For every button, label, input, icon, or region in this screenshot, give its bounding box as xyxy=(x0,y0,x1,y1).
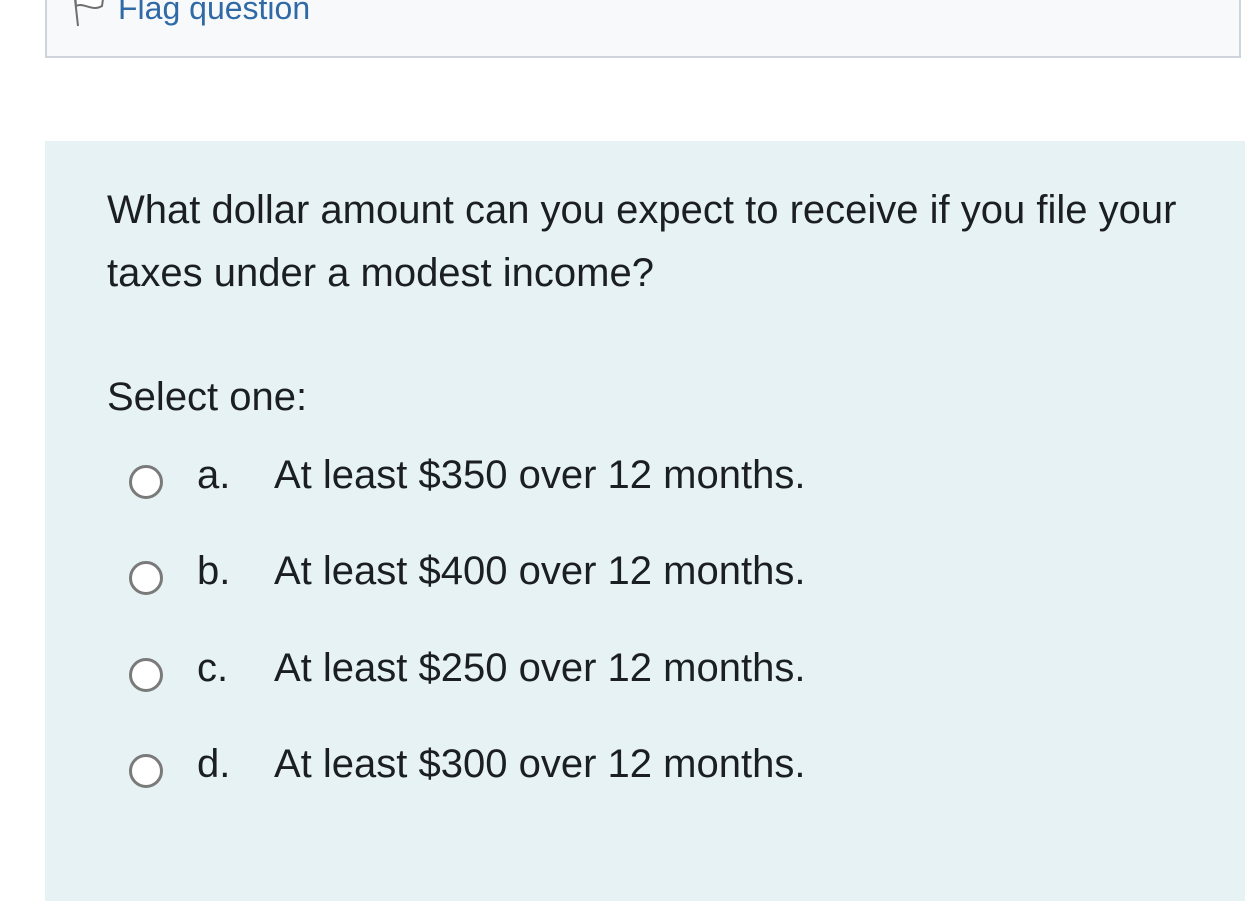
radio-button-a[interactable] xyxy=(129,465,163,499)
answer-option-d[interactable]: d. At least $300 over 12 months. xyxy=(129,734,805,794)
flag-question-link[interactable]: Flag question xyxy=(68,0,310,28)
answer-text-d: At least $300 over 12 months. xyxy=(274,742,806,786)
flag-question-label: Flag question xyxy=(118,0,311,26)
radio-button-b[interactable] xyxy=(129,561,163,595)
answer-text-a: At least $350 over 12 months. xyxy=(274,453,806,497)
radio-button-d[interactable] xyxy=(129,754,163,788)
answer-letter-a: a. xyxy=(197,453,231,497)
question-panel: What dollar amount can you expect to rec… xyxy=(45,141,1245,901)
radio-button-c[interactable] xyxy=(129,658,163,692)
answer-option-c[interactable]: c. At least $250 over 12 months. xyxy=(129,638,805,698)
question-text: What dollar amount can you expect to rec… xyxy=(107,188,1177,295)
flag-icon xyxy=(68,0,108,28)
answer-text-c: At least $250 over 12 months. xyxy=(274,646,806,690)
answer-option-b[interactable]: b. At least $400 over 12 months. xyxy=(129,541,805,601)
answer-letter-d: d. xyxy=(197,742,231,786)
answer-letter-b: b. xyxy=(197,549,231,593)
answer-text-b: At least $400 over 12 months. xyxy=(274,549,806,593)
answer-option-a[interactable]: a. At least $350 over 12 months. xyxy=(129,445,805,505)
select-one-prompt: Select one: xyxy=(107,375,308,419)
answer-letter-c: c. xyxy=(197,646,229,690)
